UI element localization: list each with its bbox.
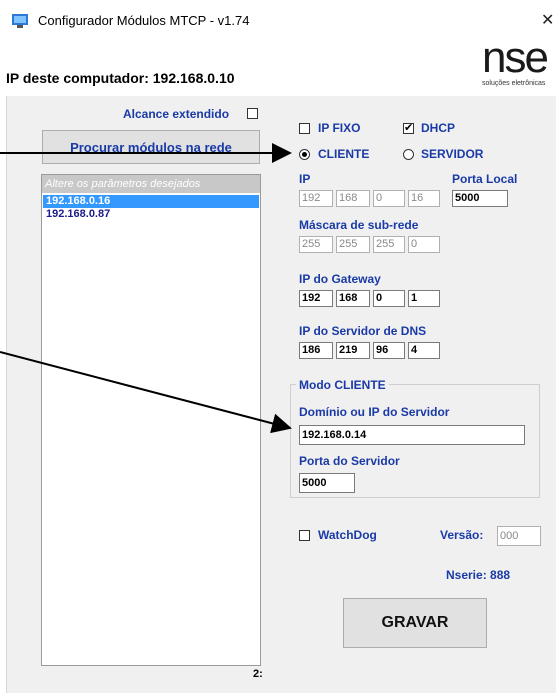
porta-local-input[interactable]: 5000: [452, 190, 508, 207]
nse-logo: nse soluções eletrônicas: [482, 36, 556, 92]
alcance-extendido-label: Alcance extendido: [123, 107, 230, 121]
logo-text: nse: [482, 33, 549, 82]
close-icon[interactable]: ✕: [541, 10, 554, 30]
local-ip-label: IP deste computador: 192.168.0.10: [6, 70, 235, 86]
mask-octet-1[interactable]: 255: [299, 236, 333, 253]
gravar-button[interactable]: GRAVAR: [343, 598, 487, 648]
gateway-octet-4[interactable]: 1: [408, 290, 440, 307]
versao-input[interactable]: 000: [497, 526, 541, 546]
search-modules-button[interactable]: Procurar módulos na rede: [42, 130, 260, 164]
title-bar: Configurador Módulos MTCP - v1.74 ✕: [0, 0, 556, 40]
app-icon: [12, 14, 28, 28]
porta-servidor-label: Porta do Servidor: [299, 454, 400, 468]
alcance-extendido-checkbox[interactable]: [247, 108, 258, 119]
logo-subtitle: soluções eletrônicas: [482, 80, 546, 87]
dominio-input[interactable]: 192.168.0.14: [299, 425, 525, 445]
ip-octet-3[interactable]: 0: [373, 190, 405, 207]
ip-octet-4[interactable]: 16: [408, 190, 440, 207]
cliente-label: CLIENTE: [318, 147, 370, 161]
window-title: Configurador Módulos MTCP - v1.74: [38, 13, 250, 28]
mask-octet-2[interactable]: 255: [336, 236, 370, 253]
servidor-label: SERVIDOR: [421, 147, 484, 161]
modo-cliente-title: Modo CLIENTE: [296, 378, 389, 392]
gateway-octet-2[interactable]: 168: [336, 290, 370, 307]
mask-octet-4[interactable]: 0: [408, 236, 440, 253]
watchdog-label: WatchDog: [318, 528, 377, 542]
dns-octet-1[interactable]: 186: [299, 342, 333, 359]
gateway-label: IP do Gateway: [299, 272, 381, 286]
porta-servidor-input[interactable]: 5000: [299, 473, 355, 493]
ip-fixo-label: IP FIXO: [318, 121, 361, 135]
dhcp-label: DHCP: [421, 121, 456, 135]
cliente-radio[interactable]: [299, 149, 310, 160]
gateway-octet-3[interactable]: 0: [373, 290, 405, 307]
ip-octet-1[interactable]: 192: [299, 190, 333, 207]
watchdog-checkbox[interactable]: [299, 530, 310, 541]
porta-local-label: Porta Local: [452, 172, 518, 186]
versao-label: Versão:: [440, 528, 484, 542]
dns-octet-4[interactable]: 4: [408, 342, 440, 359]
module-list[interactable]: Altere os parâmetros desejados 192.168.0…: [41, 174, 261, 666]
servidor-radio[interactable]: [403, 149, 414, 160]
ip-octet-2[interactable]: 168: [336, 190, 370, 207]
module-count: 2:: [253, 668, 263, 680]
gateway-octet-1[interactable]: 192: [299, 290, 333, 307]
dhcp-checkbox[interactable]: [403, 121, 414, 134]
ip-fixo-checkbox[interactable]: [299, 123, 310, 134]
list-item[interactable]: 192.168.0.16: [43, 195, 259, 208]
dns-octet-3[interactable]: 96: [373, 342, 405, 359]
ip-label: IP: [299, 172, 311, 186]
nserie-label: Nserie: 888: [446, 568, 511, 582]
dns-octet-2[interactable]: 219: [336, 342, 370, 359]
list-header: Altere os parâmetros desejados: [42, 175, 260, 193]
mask-octet-3[interactable]: 255: [373, 236, 405, 253]
dominio-label: Domínio ou IP do Servidor: [299, 405, 450, 419]
list-item[interactable]: 192.168.0.87: [43, 208, 259, 221]
dns-label: IP do Servidor de DNS: [299, 324, 427, 338]
mascara-label: Máscara de sub-rede: [299, 218, 419, 232]
